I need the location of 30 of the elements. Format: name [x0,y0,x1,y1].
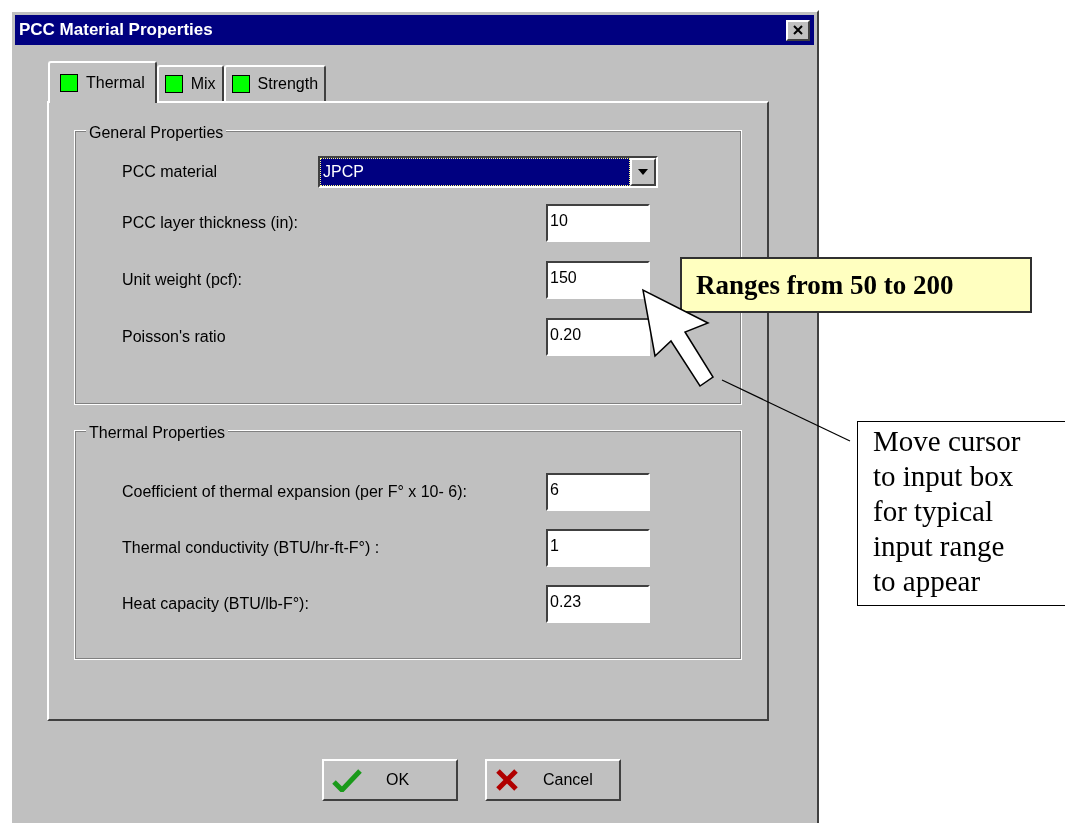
status-square-icon [60,74,78,92]
input-field[interactable]: 1 [546,529,650,567]
close-button[interactable] [786,19,810,41]
input-field[interactable]: 150 [546,260,650,299]
input-field[interactable]: 10 [546,203,650,242]
field-label: Poisson's ratio [122,326,227,347]
tab[interactable]: Strength [223,65,327,101]
tab[interactable]: Thermal [48,61,157,103]
range-tooltip: Ranges from 50 to 200 [680,257,1032,313]
field-label: Thermal conductivity (BTU/hr-ft-F°) : [122,538,381,558]
status-square-icon [231,75,250,93]
input-field[interactable]: 6 [546,473,650,511]
material-dropdown[interactable]: JPCP [318,156,658,188]
input-field[interactable]: 0.20 [546,317,650,356]
close-icon [793,25,803,35]
checkmark-icon [332,768,362,792]
field-label: Heat capacity (BTU/lb-F°): [122,594,310,614]
cancel-button[interactable]: Cancel [485,759,621,801]
ok-button[interactable]: OK [322,759,458,801]
status-square-icon [164,75,183,93]
note-text: Move cursor to input box for typical input range to appear [873,424,1022,599]
tab[interactable]: Mix [156,65,224,101]
field-label: PCC layer thickness (in): [122,212,300,233]
dropdown-value: JPCP [320,158,630,186]
window-title: PCC Material Properties [19,19,213,42]
input-field[interactable]: 0.23 [546,585,650,623]
field-label: Unit weight (pcf): [122,269,244,290]
field-label: Coefficient of thermal expansion (per F° x 10- 6): [122,482,468,502]
field-label: PCC material [122,162,219,182]
cross-icon [495,768,519,792]
